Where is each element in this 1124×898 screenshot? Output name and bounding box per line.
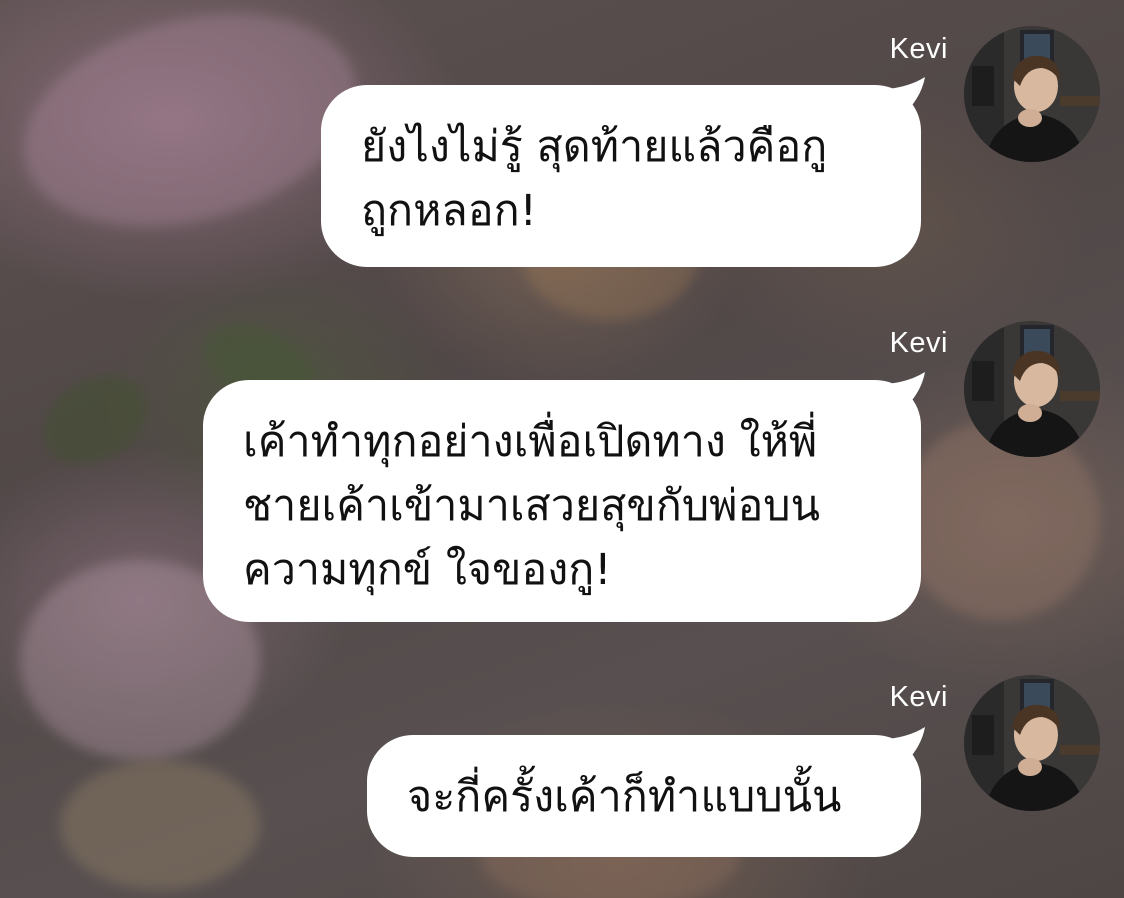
message-bubble[interactable]: ยังไงไม่รู้ สุดท้ายแล้วคือกู ถูกหลอก! [321, 77, 925, 267]
chat-screen: Kevi ยังไงไม่รู้ สุดท้ายแล้วคือกู ถูกหลอ… [0, 0, 1124, 898]
message-text-line: ความทุกข์ ใจของกู! [243, 545, 612, 595]
avatar[interactable] [964, 321, 1100, 457]
bubble-tail-icon [887, 372, 925, 412]
avatar-icon [964, 675, 1100, 811]
avatar-icon [964, 321, 1100, 457]
sender-name: Kevi [889, 33, 948, 65]
message-text-line: ถูกหลอก! [361, 186, 537, 236]
message-text-line: ยังไงไม่รู้ สุดท้ายแล้วคือกู [361, 122, 828, 172]
bubble-tail-icon [887, 727, 925, 767]
avatar[interactable] [964, 675, 1100, 811]
background-flower [900, 420, 1100, 620]
bubble-tail-icon [887, 77, 925, 117]
background-flower [60, 760, 260, 890]
message-bubble[interactable]: จะกี่ครั้งเค้าก็ทำแบบนั้น [367, 727, 925, 857]
sender-name: Kevi [889, 681, 948, 713]
message-text-line: ชายเค้าเข้ามาเสวยสุขกับพ่อบน [243, 481, 820, 531]
background-leaf [27, 357, 163, 483]
message-text-line: จะกี่ครั้งเค้าก็ทำแบบนั้น [407, 772, 842, 822]
avatar[interactable] [964, 26, 1100, 162]
message-text-line: เค้าทำทุกอย่างเพื่อเปิดทาง ให้พี่ [243, 417, 818, 467]
sender-name: Kevi [889, 327, 948, 359]
message-bubble[interactable]: เค้าทำทุกอย่างเพื่อเปิดทาง ให้พี่ ชายเค้… [203, 372, 925, 622]
avatar-icon [964, 26, 1100, 162]
